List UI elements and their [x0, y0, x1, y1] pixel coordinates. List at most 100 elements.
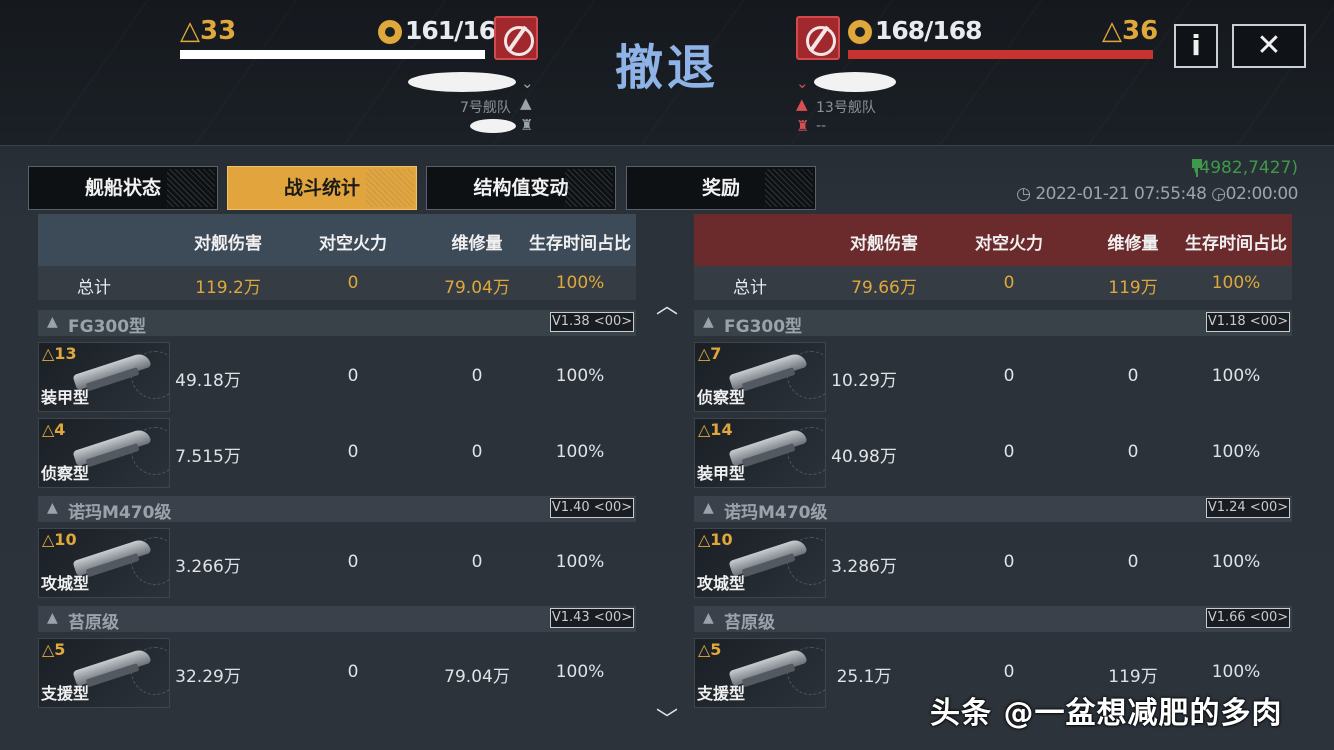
column-header: 生存时间占比: [1185, 234, 1287, 254]
ship-level: △10: [42, 530, 77, 549]
ship-version-badge: V1.18 <00>: [1206, 312, 1290, 332]
ship-row[interactable]: △13 装甲型 49.18万 0 0 100%: [38, 342, 636, 412]
total-value: 100%: [1211, 273, 1261, 293]
ship-group-name: 苔原级: [724, 613, 775, 633]
right-fleet-label: 13号舰队: [816, 100, 876, 116]
ship-stat-value: 25.1万: [836, 667, 892, 687]
close-button[interactable]: ✕: [1232, 24, 1306, 68]
ship-role: 攻城型: [697, 574, 746, 593]
column-header: 对空火力: [319, 234, 387, 254]
table-header: 对舰伤害 对空火力 维修量 生存时间占比: [38, 214, 636, 266]
left-player-hp-bar: [180, 50, 485, 59]
ship-row[interactable]: △14 装甲型 40.98万 0 0 100%: [694, 418, 1292, 488]
tab-ship-status[interactable]: 舰船状态: [28, 166, 218, 210]
ship-stat-value: 100%: [555, 552, 605, 572]
ship-row[interactable]: △10 攻城型 3.266万 0 0 100%: [38, 528, 636, 598]
hp-shield-icon: [378, 20, 402, 44]
ship-version-badge: V1.24 <00>: [1206, 498, 1290, 518]
ship-stat-value: 10.29万: [831, 371, 897, 391]
ship-row[interactable]: △10 攻城型 3.286万 0 0 100%: [694, 528, 1292, 598]
ship-level: △10: [698, 530, 733, 549]
battle-timestamp: 2022-01-21 07:55:48: [1035, 184, 1207, 204]
tab-rewards[interactable]: 奖励: [626, 166, 816, 210]
ship-stat-value: 100%: [1211, 442, 1261, 462]
scroll-up-icon[interactable]: ︿: [654, 296, 680, 318]
left-stats-panel: 对舰伤害 对空火力 维修量 生存时间占比 总计 119.2万 0 79.04万 100% ▲ FG3…: [38, 214, 636, 722]
ship-stat-value: 49.18万: [175, 371, 241, 391]
total-row: 总计 119.2万 0 79.04万 100%: [38, 266, 636, 300]
ship-version-badge: V1.40 <00>: [550, 498, 634, 518]
collapse-triangle-icon[interactable]: ▲: [703, 500, 714, 516]
ship-group-header[interactable]: ▲ FG300型 V1.38 <00>: [38, 310, 636, 337]
tab-structure-change[interactable]: 结构值变动: [426, 166, 616, 210]
total-row: 总计 79.66万 0 119万 100%: [694, 266, 1292, 300]
scroll-down-icon[interactable]: ﹀: [654, 710, 680, 732]
ship-group-header[interactable]: ▲ 诺玛M470级 V1.24 <00>: [694, 496, 1292, 523]
battle-duration: 02:00:00: [1225, 184, 1299, 204]
ship-group-header[interactable]: ▲ 苔原级 V1.43 <00>: [38, 606, 636, 633]
duration-icon: ◶: [1211, 184, 1226, 204]
battle-time-info: ◷ 2022-01-21 07:55:48 ◶02:00:00: [1016, 184, 1298, 204]
ship-stat-value: 100%: [555, 366, 605, 386]
clock-icon: ◷: [1016, 184, 1031, 204]
right-stats-panel: 对舰伤害 对空火力 维修量 生存时间占比 总计 79.66万 0 119万 100% ▲ FG300…: [694, 214, 1292, 722]
total-value: 100%: [555, 273, 605, 293]
redacted-name-right: [814, 72, 896, 92]
ship-group-name: 诺玛M470级: [68, 503, 172, 523]
tab-battle-stats[interactable]: 战斗统计: [227, 166, 417, 210]
left-fleet-label: 7号舰队: [460, 100, 511, 116]
watermark-text: 头条 @一盆想减肥的多肉: [930, 696, 1283, 731]
ship-stat-value: 100%: [1211, 366, 1261, 386]
guild-icon: ♜: [520, 116, 534, 134]
column-header: 生存时间占比: [529, 234, 631, 254]
ship-role: 侦察型: [697, 388, 746, 407]
ship-version-badge: V1.66 <00>: [1206, 608, 1290, 628]
total-label: 总计: [733, 278, 767, 298]
header-bar: △33 161/161 ⌄ 7号舰队 ▲ ♜ 撤退 168/168 △36 ⌄ …: [0, 0, 1334, 146]
collapse-triangle-icon[interactable]: ▲: [703, 314, 714, 330]
ship-group-header[interactable]: ▲ 诺玛M470级 V1.40 <00>: [38, 496, 636, 523]
ship-stat-value: 3.266万: [175, 557, 241, 577]
column-header: 对空火力: [975, 234, 1043, 254]
ship-stat-value: 0: [1003, 662, 1015, 682]
ship-stat-value: 0: [347, 552, 359, 572]
total-value: 79.66万: [851, 278, 917, 298]
ship-level: △13: [42, 344, 77, 363]
ship-stat-value: 3.286万: [831, 557, 897, 577]
left-faction-badge-icon[interactable]: [494, 16, 538, 60]
ship-stat-value: 40.98万: [831, 447, 897, 467]
hp-shield-icon: [848, 20, 872, 44]
ship-role: 支援型: [41, 684, 90, 703]
right-player-hp: 168/168: [875, 16, 983, 45]
right-faction-badge-icon[interactable]: [796, 16, 840, 60]
collapse-triangle-icon[interactable]: ▲: [47, 610, 58, 626]
rank-down-icon: ⌄: [796, 74, 809, 92]
battle-coordinates[interactable]: (4982,7427): [1193, 158, 1298, 178]
ship-level: △4: [42, 420, 66, 439]
ship-role: 攻城型: [41, 574, 90, 593]
ship-stat-value: 0: [1003, 552, 1015, 572]
right-guild-label: --: [816, 118, 827, 134]
ship-row[interactable]: △5 支援型 32.29万 0 79.04万 100%: [38, 638, 636, 708]
rank-down-icon: ⌄: [521, 74, 534, 92]
ship-row[interactable]: △4 侦察型 7.515万 0 0 100%: [38, 418, 636, 488]
ship-row[interactable]: △7 侦察型 10.29万 0 0 100%: [694, 342, 1292, 412]
ship-group-header[interactable]: ▲ 苔原级 V1.66 <00>: [694, 606, 1292, 633]
ship-stat-value: 32.29万: [175, 667, 241, 687]
right-player-hp-bar: [848, 50, 1153, 59]
total-value: 119.2万: [195, 278, 261, 298]
ship-stat-value: 0: [1003, 366, 1015, 386]
guild-icon: ♜: [796, 117, 810, 135]
collapse-triangle-icon[interactable]: ▲: [47, 314, 58, 330]
fleet-up-icon: ▲: [520, 94, 532, 112]
ship-group-header[interactable]: ▲ FG300型 V1.18 <00>: [694, 310, 1292, 337]
redacted-guild-left: [470, 119, 516, 133]
ship-role: 支援型: [697, 684, 746, 703]
collapse-triangle-icon[interactable]: ▲: [703, 610, 714, 626]
ship-stat-value: 7.515万: [175, 447, 241, 467]
collapse-triangle-icon[interactable]: ▲: [47, 500, 58, 516]
info-button[interactable]: i: [1174, 24, 1218, 68]
total-value: 0: [347, 273, 359, 293]
total-value: 0: [1003, 273, 1015, 293]
ship-group-name: 苔原级: [68, 613, 119, 633]
